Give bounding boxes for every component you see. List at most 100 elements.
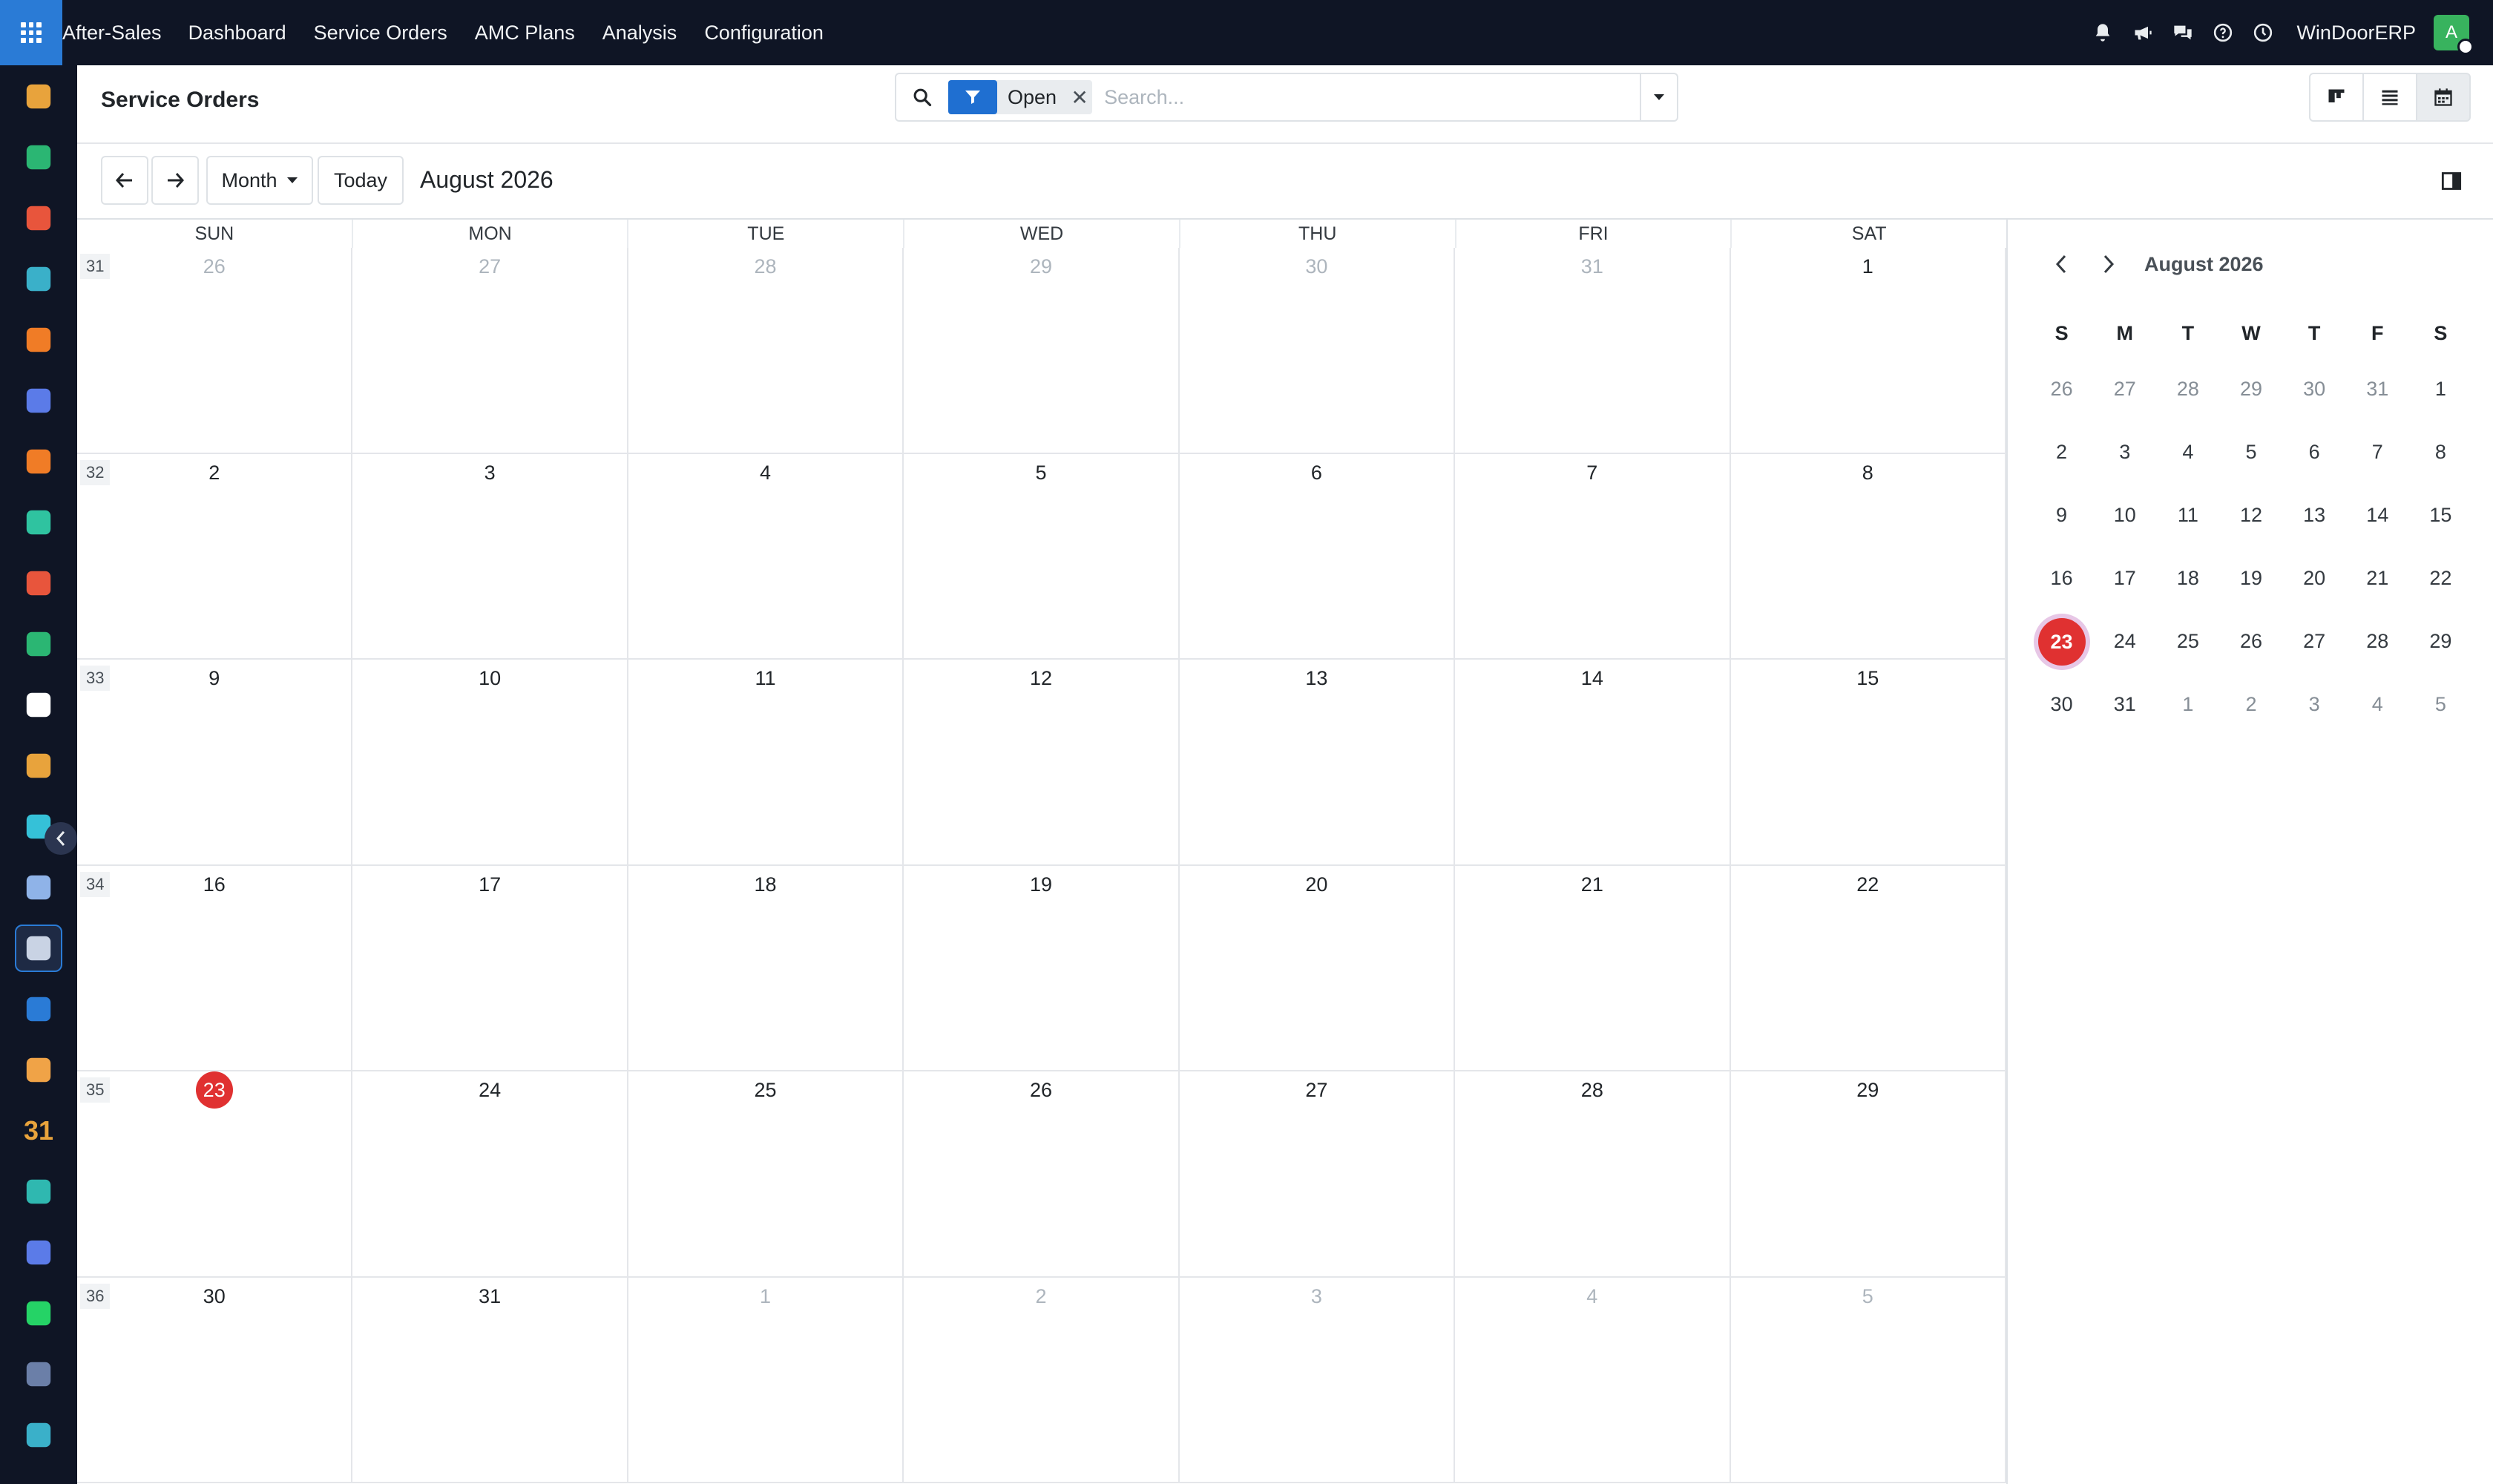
sidebar-app-14[interactable] — [15, 864, 62, 911]
clock-icon[interactable] — [2252, 22, 2274, 44]
app-brand-link[interactable]: After-Sales — [62, 22, 162, 45]
day-cell[interactable]: 16 — [77, 865, 353, 1070]
mini-day[interactable]: 3 — [2093, 441, 2156, 464]
scale-dropdown[interactable]: Month — [206, 156, 313, 205]
day-cell[interactable]: 4 — [628, 453, 904, 658]
day-cell[interactable]: 20 — [1180, 865, 1456, 1070]
day-cell[interactable]: 31 — [352, 1277, 628, 1482]
mini-day[interactable]: 21 — [2346, 567, 2409, 590]
sidebar-app-11[interactable] — [15, 681, 62, 729]
menu-configuration[interactable]: Configuration — [704, 22, 824, 45]
mini-day[interactable]: 26 — [2219, 630, 2282, 653]
mini-day[interactable]: 9 — [2030, 504, 2093, 527]
mini-day[interactable]: 10 — [2093, 504, 2156, 527]
kanban-view-button[interactable] — [2309, 73, 2364, 122]
day-cell[interactable]: 27 — [352, 248, 628, 453]
mini-today-day[interactable]: 23 — [2030, 617, 2093, 666]
previous-period-button[interactable] — [101, 156, 148, 205]
page-title[interactable]: Service Orders — [101, 88, 259, 113]
sidebar-app-23[interactable] — [15, 1411, 62, 1459]
day-cell[interactable]: 26 — [904, 1071, 1180, 1276]
mini-day[interactable]: 27 — [2283, 630, 2346, 653]
bell-icon[interactable] — [2092, 22, 2114, 44]
sidebar-collapse-button[interactable] — [45, 822, 77, 855]
chat-icon[interactable] — [2172, 22, 2194, 44]
day-cell[interactable]: 14 — [1455, 660, 1731, 864]
day-cell[interactable]: 29 — [904, 248, 1180, 453]
day-cell[interactable]: 28 — [1455, 1071, 1731, 1276]
sidebar-app-15[interactable] — [15, 925, 62, 972]
mini-day[interactable]: 15 — [2409, 504, 2472, 527]
mini-next-month-button[interactable] — [2092, 248, 2125, 280]
sidebar-app-22[interactable] — [15, 1350, 62, 1398]
sidebar-app-10[interactable] — [15, 620, 62, 668]
day-cell[interactable]: 3 — [352, 453, 628, 658]
day-cell[interactable]: 7 — [1455, 453, 1731, 658]
mini-day[interactable]: 3 — [2283, 693, 2346, 716]
sidebar-app-12[interactable] — [15, 742, 62, 789]
mini-day[interactable]: 5 — [2219, 441, 2282, 464]
day-cell[interactable]: 1 — [628, 1277, 904, 1482]
day-cell[interactable]: 9 — [77, 660, 353, 864]
mini-day[interactable]: 4 — [2156, 441, 2219, 464]
mini-day[interactable]: 2 — [2219, 693, 2282, 716]
mini-day[interactable]: 13 — [2283, 504, 2346, 527]
day-cell[interactable]: 10 — [352, 660, 628, 864]
day-cell[interactable]: 26 — [77, 248, 353, 453]
sidebar-app-4[interactable] — [15, 255, 62, 303]
mini-day[interactable]: 1 — [2409, 378, 2472, 401]
mini-day[interactable]: 7 — [2346, 441, 2409, 464]
mini-day[interactable]: 24 — [2093, 630, 2156, 653]
day-cell[interactable]: 31 — [1455, 248, 1731, 453]
day-cell[interactable]: 22 — [1731, 865, 2006, 1070]
day-cell[interactable]: 11 — [628, 660, 904, 864]
apps-menu-button[interactable] — [0, 0, 62, 65]
sidebar-app-16[interactable] — [15, 985, 62, 1033]
mini-day[interactable]: 22 — [2409, 567, 2472, 590]
menu-amc-plans[interactable]: AMC Plans — [475, 22, 575, 45]
day-cell[interactable]: 15 — [1731, 660, 2006, 864]
sidebar-app-1[interactable] — [15, 73, 62, 120]
menu-analysis[interactable]: Analysis — [602, 22, 677, 45]
sidebar-app-18[interactable]: 31 — [15, 1107, 62, 1155]
search-input[interactable] — [1100, 75, 1640, 119]
mini-day[interactable]: 16 — [2030, 567, 2093, 590]
day-cell[interactable]: 18 — [628, 865, 904, 1070]
menu-service-orders[interactable]: Service Orders — [314, 22, 447, 45]
day-cell[interactable]: 3 — [1180, 1277, 1456, 1482]
list-view-button[interactable] — [2362, 73, 2417, 122]
day-cell[interactable]: 30 — [1180, 248, 1456, 453]
mini-day[interactable]: 28 — [2156, 378, 2219, 401]
next-period-button[interactable] — [151, 156, 199, 205]
day-cell[interactable]: 28 — [628, 248, 904, 453]
sidebar-app-2[interactable] — [15, 134, 62, 181]
day-cell[interactable]: 23 — [77, 1071, 353, 1276]
sidebar-app-5[interactable] — [15, 316, 62, 364]
mini-prev-month-button[interactable] — [2045, 248, 2078, 280]
mini-day[interactable]: 19 — [2219, 567, 2282, 590]
mini-day[interactable]: 30 — [2030, 693, 2093, 716]
avatar[interactable]: A — [2434, 15, 2474, 55]
day-cell[interactable]: 25 — [628, 1071, 904, 1276]
day-cell[interactable]: 5 — [904, 453, 1180, 658]
day-cell[interactable]: 29 — [1731, 1071, 2006, 1276]
sidebar-app-8[interactable] — [15, 499, 62, 546]
day-cell[interactable]: 6 — [1180, 453, 1456, 658]
sidebar-app-7[interactable] — [15, 438, 62, 485]
megaphone-icon[interactable] — [2132, 22, 2154, 44]
mini-day[interactable]: 11 — [2156, 504, 2219, 527]
day-cell[interactable]: 2 — [904, 1277, 1180, 1482]
mini-day[interactable]: 31 — [2346, 378, 2409, 401]
mini-day[interactable]: 8 — [2409, 441, 2472, 464]
sidebar-app-20[interactable] — [15, 1229, 62, 1276]
today-button[interactable]: Today — [318, 156, 404, 205]
mini-day[interactable]: 17 — [2093, 567, 2156, 590]
day-cell[interactable]: 1 — [1731, 248, 2006, 453]
menu-dashboard[interactable]: Dashboard — [188, 22, 286, 45]
mini-day[interactable]: 29 — [2219, 378, 2282, 401]
day-cell[interactable]: 21 — [1455, 865, 1731, 1070]
mini-day[interactable]: 25 — [2156, 630, 2219, 653]
day-cell[interactable]: 12 — [904, 660, 1180, 864]
company-name[interactable]: WinDoorERP — [2296, 22, 2416, 45]
day-cell[interactable]: 27 — [1180, 1071, 1456, 1276]
